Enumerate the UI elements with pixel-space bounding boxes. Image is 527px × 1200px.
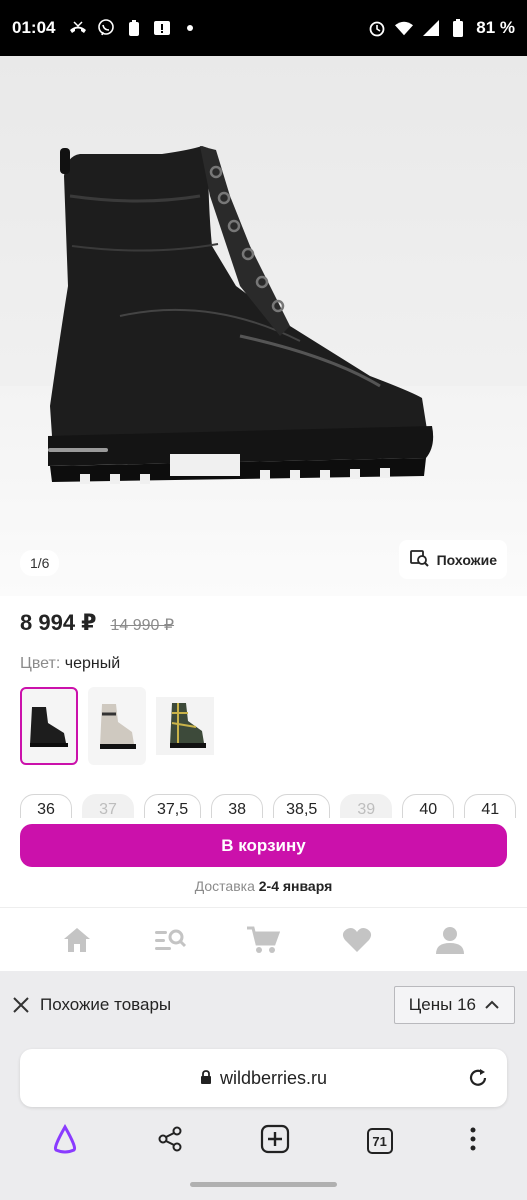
missed-call-icon <box>69 19 87 37</box>
alert-icon <box>153 19 171 37</box>
size-option-unavailable: 39 <box>340 794 393 818</box>
color-value: черный <box>64 655 121 672</box>
dot-icon <box>181 19 199 37</box>
share-icon[interactable] <box>156 1125 184 1158</box>
catalog-search-icon[interactable] <box>153 923 187 957</box>
prices-button[interactable]: Цены 16 <box>393 986 515 1024</box>
swatch-plaid[interactable] <box>156 687 214 765</box>
price-row: 8 994 ₽ 14 990 ₽ <box>20 610 174 636</box>
chevron-up-icon <box>484 995 500 1015</box>
delivery-label: Доставка <box>194 878 255 894</box>
browser-chrome: wildberries.ru 71 <box>0 1039 527 1200</box>
more-menu-icon[interactable] <box>469 1126 477 1157</box>
color-label: Цвет: <box>20 655 61 672</box>
similar-items-label: Похожие товары <box>40 995 172 1014</box>
size-option[interactable]: 37,5 <box>144 794 202 818</box>
current-price: 8 994 ₽ <box>20 610 97 635</box>
battery-icon <box>449 19 467 37</box>
add-to-cart-button[interactable]: В корзину <box>20 824 507 867</box>
delivery-info: Доставка 2-4 января <box>0 878 527 894</box>
color-row: Цвет: черный <box>20 655 120 673</box>
cart-icon[interactable] <box>246 923 281 957</box>
similar-items-bar: Похожие товары Цены 16 <box>0 971 527 1039</box>
viber-icon <box>97 19 115 37</box>
swatch-black[interactable] <box>20 687 78 765</box>
battery-saver-icon <box>125 19 143 37</box>
size-option[interactable]: 40 <box>402 794 455 818</box>
prices-button-label: Цены 16 <box>408 995 476 1014</box>
visual-search-icon <box>409 548 429 571</box>
favorites-icon[interactable] <box>340 923 374 957</box>
status-time: 01:04 <box>12 18 56 37</box>
url-text: wildberries.ru <box>219 1067 328 1088</box>
alarm-icon <box>368 19 386 37</box>
lock-icon <box>200 1068 212 1089</box>
delivery-dates: 2-4 января <box>258 878 333 894</box>
tabs-counter-button[interactable]: 71 <box>366 1128 393 1154</box>
size-list: 36 37 37,5 38 38,5 39 40 41 <box>20 794 527 818</box>
address-bar[interactable]: wildberries.ru <box>20 1049 507 1107</box>
wifi-icon <box>395 19 414 37</box>
boot-image <box>48 146 434 484</box>
size-option[interactable]: 38 <box>211 794 264 818</box>
size-option[interactable]: 38,5 <box>273 794 331 818</box>
old-price: 14 990 ₽ <box>110 617 175 634</box>
profile-icon[interactable] <box>433 923 467 957</box>
close-icon[interactable] <box>12 996 30 1014</box>
size-option[interactable]: 36 <box>20 794 72 818</box>
size-option[interactable]: 41 <box>464 794 517 818</box>
battery-percent: 81 % <box>476 18 515 37</box>
browser-toolbar: 71 <box>0 1121 527 1161</box>
status-bar: 01:04 81 % <box>0 0 527 56</box>
reload-icon[interactable] <box>467 1067 489 1094</box>
bottom-nav <box>0 907 527 971</box>
new-tab-icon[interactable] <box>260 1124 290 1159</box>
gallery-counter: 1/6 <box>20 550 60 576</box>
alice-assistant-icon[interactable] <box>50 1123 80 1159</box>
swatch-grey[interactable] <box>88 687 146 765</box>
color-swatches <box>20 687 214 765</box>
home-icon[interactable] <box>60 923 94 957</box>
home-indicator[interactable] <box>190 1182 337 1187</box>
product-gallery[interactable]: 1/6 Похожие <box>0 56 527 596</box>
similar-button[interactable]: Похожие <box>398 540 507 579</box>
similar-button-label: Похожие <box>436 551 497 568</box>
signal-icon <box>422 19 440 37</box>
size-option-unavailable: 37 <box>82 794 134 818</box>
